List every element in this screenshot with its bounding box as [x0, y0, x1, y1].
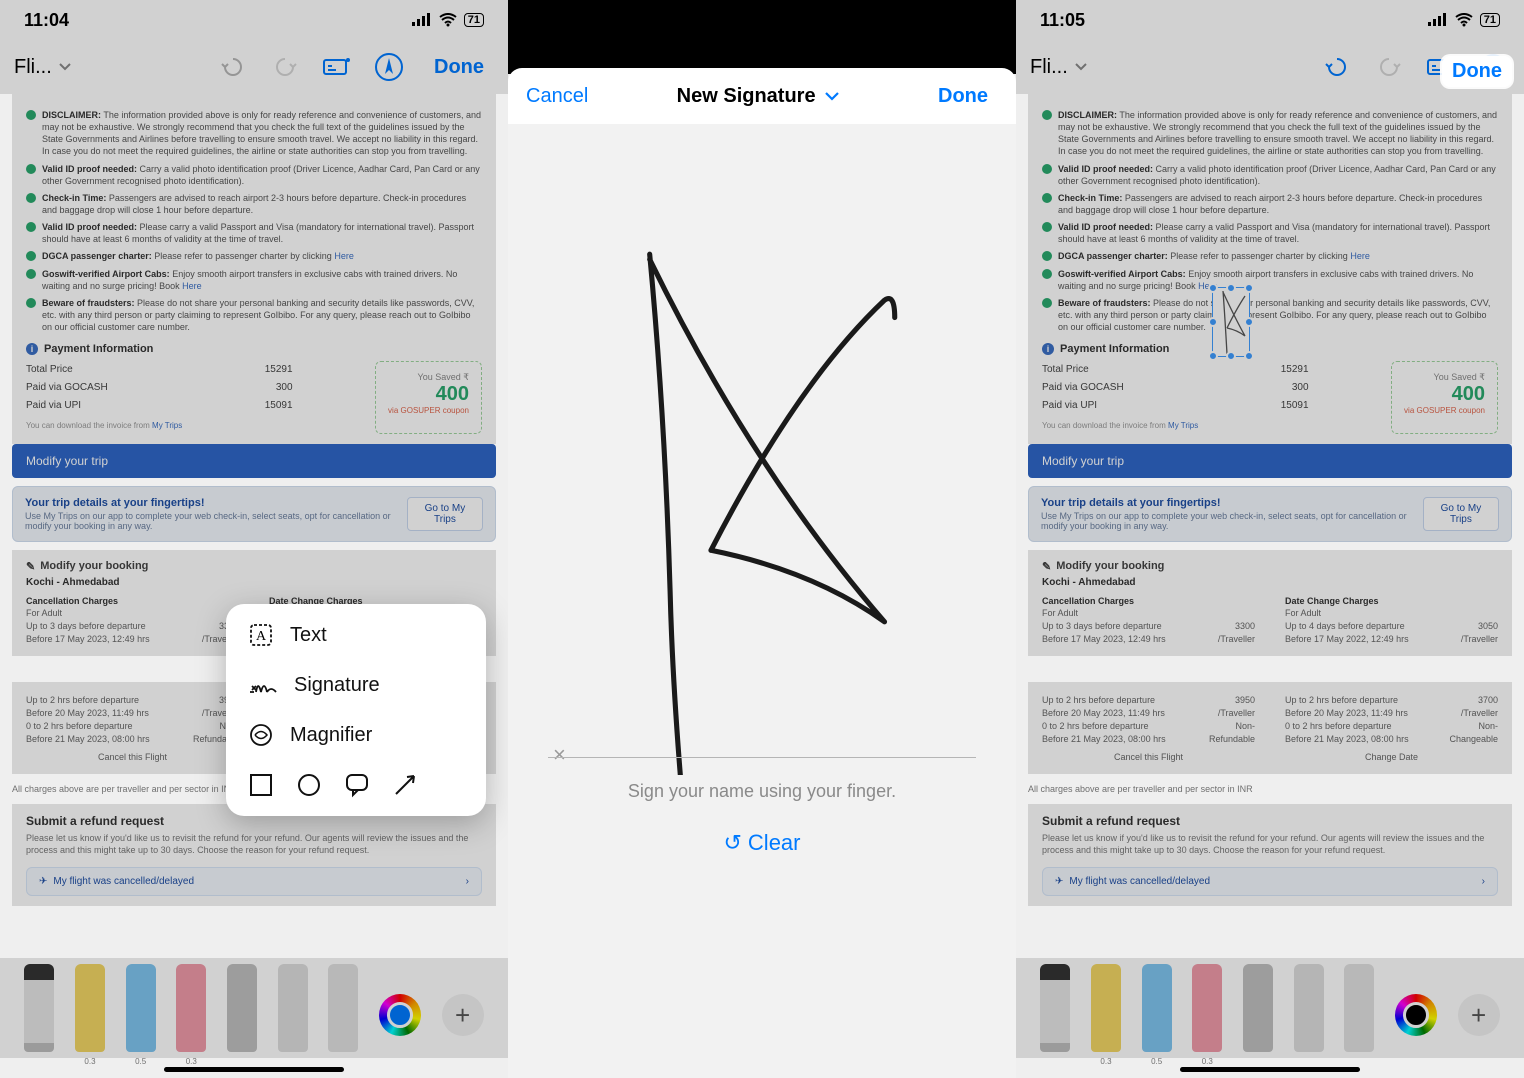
- home-indicator[interactable]: [1180, 1067, 1360, 1072]
- coupon-box: You Saved ₹ 400 via GOSUPER coupon: [375, 361, 482, 433]
- chevron-right-icon: ›: [466, 876, 469, 887]
- redo-button: [268, 50, 302, 84]
- signature-hint: Sign your name using your finger.: [508, 781, 1016, 802]
- info-icon: i: [26, 343, 38, 355]
- marker-tool-yellow[interactable]: 0.3: [75, 964, 105, 1052]
- signature-x-mark: ×: [553, 742, 566, 768]
- signature-screen: Cancel New Signature Done × Sign your na…: [508, 0, 1016, 1078]
- eraser-tool[interactable]: [1243, 964, 1273, 1052]
- add-magnifier-option[interactable]: Magnifier: [226, 710, 486, 760]
- done-button[interactable]: Done: [424, 52, 494, 83]
- undo-button[interactable]: [216, 50, 250, 84]
- refund-section: Submit a refund request Please let us kn…: [12, 804, 496, 906]
- clock: 11:04: [24, 10, 69, 31]
- signature-title[interactable]: New Signature: [677, 85, 840, 108]
- home-indicator[interactable]: [164, 1067, 344, 1072]
- battery-icon: 71: [464, 13, 484, 27]
- lasso-tool[interactable]: [278, 964, 308, 1052]
- add-menu-popover: A Text Signature Magnifier: [226, 604, 486, 816]
- placed-signature[interactable]: [1212, 287, 1250, 357]
- file-title[interactable]: Fli...: [14, 56, 72, 79]
- signature-line: [548, 757, 976, 758]
- file-title[interactable]: Fli...: [1030, 56, 1088, 79]
- cellular-icon: [1428, 13, 1448, 27]
- plane-icon: ✈: [39, 876, 47, 887]
- clear-button[interactable]: ↺Clear: [508, 830, 1016, 856]
- trip-details-box: Your trip details at your fingertips! Us…: [12, 486, 496, 542]
- lasso-tool[interactable]: [1294, 964, 1324, 1052]
- marker-tool-blue[interactable]: 0.5: [1142, 964, 1172, 1052]
- chevron-down-icon: [58, 60, 72, 74]
- pen-tool[interactable]: [24, 964, 54, 1052]
- signature-canvas[interactable]: × Sign your name using your finger. ↺Cle…: [508, 124, 1016, 1078]
- color-picker-button[interactable]: [1395, 994, 1437, 1036]
- battery-icon: 71: [1480, 13, 1500, 27]
- svg-text:A: A: [256, 629, 267, 644]
- document-content: DISCLAIMER: The information provided abo…: [12, 94, 496, 444]
- cancel-flight-link[interactable]: Cancel this Flight: [26, 752, 239, 762]
- top-black-area: [508, 0, 1016, 74]
- add-signature-option[interactable]: Signature: [226, 660, 486, 710]
- cancel-button[interactable]: Cancel: [526, 85, 588, 108]
- chevron-down-icon: [1074, 60, 1088, 74]
- done-button[interactable]: Done: [928, 81, 998, 112]
- status-bar: 11:04 71: [0, 0, 508, 40]
- chevron-down-icon: [824, 88, 840, 104]
- undo-button[interactable]: [1320, 50, 1354, 84]
- ruler-tool[interactable]: [1344, 964, 1374, 1052]
- done-button[interactable]: Done: [1442, 56, 1512, 87]
- add-speech-bubble-shape[interactable]: [344, 772, 370, 798]
- edit-icon: ✎: [26, 560, 35, 573]
- refund-reason-chip[interactable]: ✈My flight was cancelled/delayed ›: [26, 867, 482, 896]
- add-shape-button[interactable]: +: [442, 994, 484, 1036]
- marker-tool-blue[interactable]: 0.5: [126, 964, 156, 1052]
- wifi-icon: [438, 13, 458, 27]
- color-picker-button[interactable]: [379, 994, 421, 1036]
- markup-tool-bar: 0.3 0.5 0.3 +: [1016, 958, 1524, 1058]
- signature-stroke: [568, 244, 956, 775]
- document-content: DISCLAIMER: The information provided abo…: [1028, 94, 1512, 444]
- text-icon: A: [248, 622, 274, 648]
- ruler-tool[interactable]: [328, 964, 358, 1052]
- markup-toolbar: Fli... Done: [0, 40, 508, 94]
- modify-trip-bar: Modify your trip: [12, 444, 496, 478]
- cellular-icon: [412, 13, 432, 27]
- clock: 11:05: [1040, 10, 1085, 31]
- add-shape-button[interactable]: +: [1458, 994, 1500, 1036]
- markup-tool-bar: 0.3 0.5 0.3 +: [0, 958, 508, 1058]
- wifi-icon: [1454, 13, 1474, 27]
- autofill-button[interactable]: [320, 50, 354, 84]
- marker-tool-yellow[interactable]: 0.3: [1091, 964, 1121, 1052]
- marker-tool-pink[interactable]: 0.3: [1192, 964, 1222, 1052]
- signature-icon: [248, 672, 278, 698]
- add-arrow-shape[interactable]: [392, 772, 418, 798]
- marker-tool-pink[interactable]: 0.3: [176, 964, 206, 1052]
- undo-arrow-icon: ↺: [723, 830, 741, 855]
- signature-header: Cancel New Signature Done: [508, 68, 1016, 124]
- status-bar: 11:05 71: [1016, 0, 1524, 40]
- go-to-trips-button[interactable]: Go to My Trips: [407, 497, 483, 531]
- eraser-tool[interactable]: [227, 964, 257, 1052]
- redo-button: [1372, 50, 1406, 84]
- add-text-option[interactable]: A Text: [226, 610, 486, 660]
- markup-button[interactable]: [372, 50, 406, 84]
- magnifier-icon: [248, 722, 274, 748]
- add-square-shape[interactable]: [248, 772, 274, 798]
- pen-tool[interactable]: [1040, 964, 1070, 1052]
- add-circle-shape[interactable]: [296, 772, 322, 798]
- go-to-trips-button[interactable]: Go to My Trips: [1423, 497, 1499, 531]
